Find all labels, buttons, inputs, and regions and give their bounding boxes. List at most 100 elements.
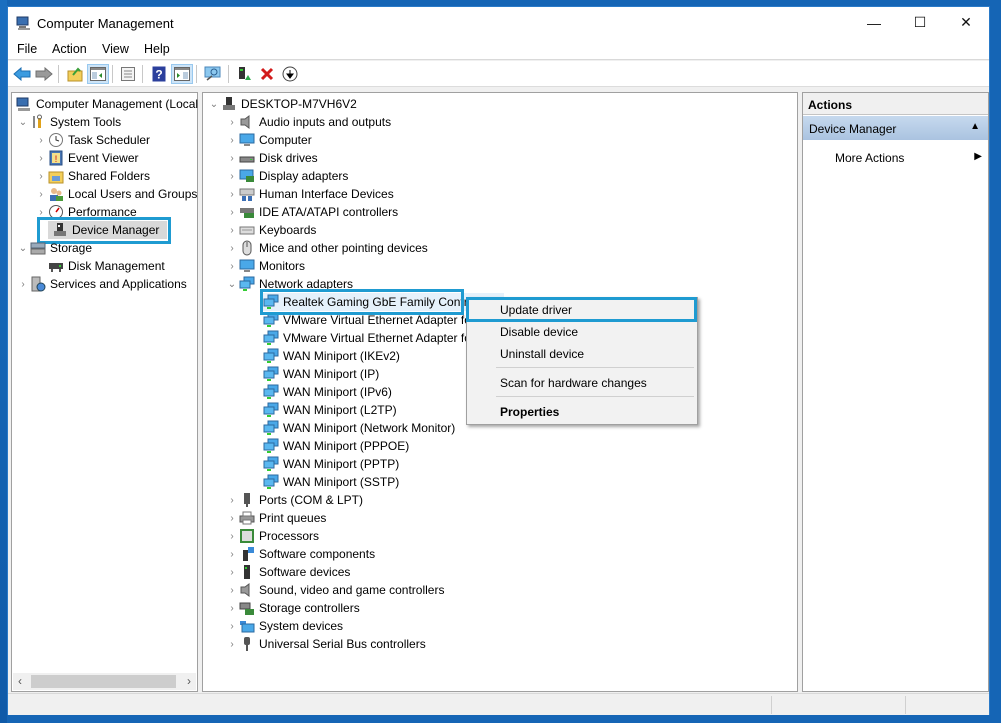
network-adapter-item[interactable]: WAN Miniport (PPTP) — [263, 455, 399, 473]
chevron-right-icon[interactable]: › — [225, 225, 239, 236]
up-button[interactable] — [64, 64, 86, 84]
chevron-down-icon[interactable]: ⌄ — [16, 117, 30, 128]
context-menu-scan-hardware[interactable]: Scan for hardware changes — [500, 376, 647, 390]
forward-button[interactable] — [33, 64, 55, 84]
show-hide-console-tree-button[interactable] — [87, 64, 109, 84]
tree-item-system-tools[interactable]: ⌄ System Tools — [16, 113, 121, 131]
network-adapter-icon — [263, 330, 279, 346]
network-adapter-item[interactable]: WAN Miniport (PPPOE) — [263, 437, 409, 455]
chevron-right-icon[interactable]: › — [225, 513, 239, 524]
properties-button[interactable] — [117, 64, 139, 84]
device-category[interactable]: › IDE ATA/ATAPI controllers — [225, 203, 398, 221]
chevron-right-icon[interactable]: › — [34, 153, 48, 164]
network-adapter-item[interactable]: VMware Virtual Ethernet Adapter fo — [263, 329, 471, 347]
update-driver-button[interactable] — [233, 64, 255, 84]
menu-action[interactable]: Action — [52, 42, 87, 56]
chevron-right-icon[interactable]: › — [225, 621, 239, 632]
network-adapter-item[interactable]: WAN Miniport (Network Monitor) — [263, 419, 455, 437]
device-tree-root[interactable]: ⌄ DESKTOP-M7VH6V2 — [207, 95, 357, 113]
network-adapter-icon — [239, 276, 255, 292]
chevron-right-icon[interactable]: › — [225, 495, 239, 506]
scrollbar-thumb[interactable] — [31, 675, 176, 688]
collapse-up-icon[interactable]: ▲ — [970, 121, 980, 132]
context-menu-uninstall-device[interactable]: Uninstall device — [500, 347, 584, 361]
device-category[interactable]: › Storage controllers — [225, 599, 360, 617]
chevron-right-icon[interactable]: › — [34, 207, 48, 218]
chevron-right-icon[interactable]: › — [225, 207, 239, 218]
chevron-right-icon[interactable]: › — [34, 171, 48, 182]
menu-view[interactable]: View — [102, 42, 129, 56]
device-category[interactable]: › Ports (COM & LPT) — [225, 491, 363, 509]
chevron-right-icon[interactable]: › — [225, 549, 239, 560]
chevron-right-icon[interactable]: › — [225, 603, 239, 614]
device-category[interactable]: › Mice and other pointing devices — [225, 239, 428, 257]
actions-section-device-manager[interactable]: Device Manager ▲ — [803, 116, 988, 140]
maximize-button[interactable]: ☐ — [897, 7, 943, 38]
menu-file[interactable]: File — [17, 42, 37, 56]
chevron-right-icon[interactable]: › — [225, 531, 239, 542]
enable-device-button[interactable] — [279, 64, 301, 84]
scroll-right-icon[interactable]: › — [187, 674, 191, 688]
device-category[interactable]: › Keyboards — [225, 221, 316, 239]
device-category[interactable]: › Display adapters — [225, 167, 348, 185]
minimize-button[interactable]: — — [851, 7, 897, 38]
tree-item-computer-management[interactable]: Computer Management (Local — [16, 95, 198, 113]
network-adapter-item[interactable]: WAN Miniport (L2TP) — [263, 401, 397, 419]
tree-item-services-applications[interactable]: › Services and Applications — [16, 275, 187, 293]
tree-item-storage[interactable]: ⌄ Storage — [16, 239, 92, 257]
device-category[interactable]: › Software components — [225, 545, 375, 563]
device-category[interactable]: › Software devices — [225, 563, 350, 581]
uninstall-button[interactable] — [256, 64, 278, 84]
chevron-right-icon[interactable]: › — [16, 279, 30, 290]
device-category[interactable]: › Print queues — [225, 509, 326, 527]
horizontal-scrollbar[interactable]: ‹ › — [13, 673, 196, 690]
tree-item-task-scheduler[interactable]: › Task Scheduler — [34, 131, 150, 149]
tree-item-event-viewer[interactable]: › ! Event Viewer — [34, 149, 138, 167]
back-button[interactable] — [11, 64, 33, 84]
show-hide-action-pane-button[interactable] — [171, 64, 193, 84]
tree-item-shared-folders[interactable]: › Shared Folders — [34, 167, 150, 185]
context-menu-disable-device[interactable]: Disable device — [500, 325, 578, 339]
chevron-right-icon[interactable]: › — [225, 585, 239, 596]
tree-item-disk-management[interactable]: Disk Management — [48, 257, 165, 275]
chevron-right-icon[interactable]: › — [34, 135, 48, 146]
chevron-right-icon[interactable]: › — [225, 567, 239, 578]
scroll-left-icon[interactable]: ‹ — [18, 674, 22, 688]
chevron-right-icon[interactable]: › — [225, 135, 239, 146]
chevron-right-icon[interactable]: › — [225, 189, 239, 200]
network-adapter-item[interactable]: WAN Miniport (IP) — [263, 365, 379, 383]
device-category[interactable]: › System devices — [225, 617, 343, 635]
network-adapter-item[interactable]: WAN Miniport (IKEv2) — [263, 347, 400, 365]
device-category[interactable]: › Sound, video and game controllers — [225, 581, 444, 599]
device-category[interactable]: › Processors — [225, 527, 319, 545]
chevron-down-icon[interactable]: ⌄ — [16, 243, 30, 254]
device-category[interactable]: › Computer — [225, 131, 311, 149]
chevron-right-icon[interactable]: › — [225, 117, 239, 128]
chevron-right-icon[interactable]: › — [225, 639, 239, 650]
more-actions-item[interactable]: More Actions — [835, 151, 904, 165]
close-button[interactable]: ✕ — [943, 7, 989, 38]
disk-management-icon — [48, 258, 64, 274]
chevron-down-icon[interactable]: ⌄ — [225, 279, 239, 290]
chevron-right-icon[interactable]: › — [225, 243, 239, 254]
device-category[interactable]: › Monitors — [225, 257, 305, 275]
show-hide-action-pane-icon — [174, 67, 190, 81]
tree-item-local-users-groups[interactable]: › Local Users and Groups — [34, 185, 197, 203]
scan-hardware-button[interactable] — [202, 64, 224, 84]
chevron-right-icon[interactable]: › — [225, 171, 239, 182]
device-category[interactable]: › Disk drives — [225, 149, 317, 167]
chevron-down-icon[interactable]: ⌄ — [207, 99, 221, 110]
context-menu-properties[interactable]: Properties — [500, 405, 559, 419]
device-category[interactable]: › Universal Serial Bus controllers — [225, 635, 426, 653]
device-category[interactable]: › Audio inputs and outputs — [225, 113, 391, 131]
actions-header: Actions — [803, 93, 988, 115]
network-adapter-item[interactable]: WAN Miniport (SSTP) — [263, 473, 399, 491]
network-adapter-item[interactable]: WAN Miniport (IPv6) — [263, 383, 392, 401]
chevron-right-icon[interactable]: › — [225, 153, 239, 164]
menu-help[interactable]: Help — [144, 42, 170, 56]
help-button[interactable]: ? — [148, 64, 170, 84]
device-category[interactable]: › Human Interface Devices — [225, 185, 394, 203]
chevron-right-icon[interactable]: › — [34, 189, 48, 200]
device-category-label: Monitors — [259, 259, 306, 273]
chevron-right-icon[interactable]: › — [225, 261, 239, 272]
